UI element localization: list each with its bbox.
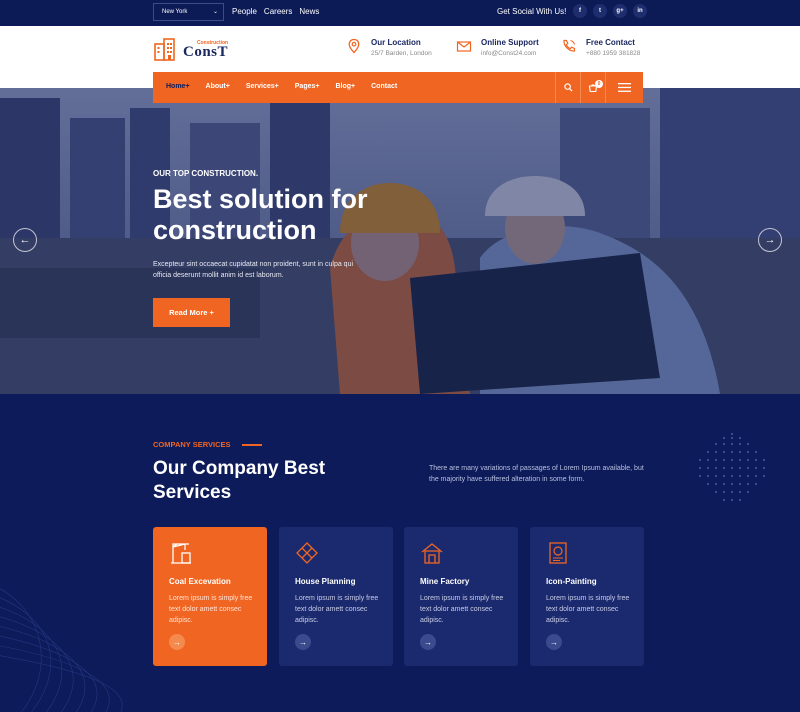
service-card-desc: Lorem ipsum is simply free text dolor am… (546, 595, 630, 624)
top-link-news[interactable]: News (299, 7, 319, 16)
top-link-people[interactable]: People (232, 7, 257, 16)
contact-title: Free Contact (586, 38, 635, 47)
services-description: There are many variations of passages of… (429, 465, 644, 483)
nav-cart-button[interactable]: 0 (580, 72, 605, 103)
arrow-right-icon[interactable]: → (546, 634, 562, 650)
hero-slider: OUR TOP CONSTRUCTION. Best solution for … (0, 88, 800, 394)
location-pin-icon (348, 38, 360, 54)
info-contact: Free Contact +880 1959 381828 (561, 38, 640, 57)
top-link-careers[interactable]: Careers (264, 7, 292, 16)
nav-search-button[interactable] (555, 72, 580, 103)
nav-item-contact[interactable]: Contact (371, 83, 397, 90)
arrow-right-icon[interactable]: → (420, 634, 436, 650)
facebook-icon[interactable]: f (573, 4, 587, 18)
nav-item-blog[interactable]: Blog+ (335, 83, 355, 90)
blueprint-icon (549, 542, 567, 564)
read-more-button[interactable]: Read More + (153, 298, 230, 327)
hero-description: Excepteur sint occaecat cupidatat non pr… (153, 261, 354, 279)
social-label: Get Social With Us! (497, 7, 567, 16)
arrow-right-icon[interactable]: → (295, 634, 311, 650)
service-card-title: Coal Excevation (169, 577, 231, 586)
nav-items: Home+ About+ Services+ Pages+ Blog+ Cont… (166, 83, 413, 90)
cart-count-badge: 0 (595, 80, 603, 88)
eyebrow-divider (242, 444, 262, 446)
twitter-icon[interactable]: t (593, 4, 607, 18)
slider-next-arrow-icon[interactable]: → (758, 228, 782, 252)
crane-icon (171, 543, 191, 564)
social-icons: f t g+ in (573, 4, 647, 18)
nav-item-services[interactable]: Services+ (246, 83, 279, 90)
services-title: Our Company Best Services (153, 458, 326, 503)
decorative-dots (699, 433, 765, 501)
linkedin-icon[interactable]: in (633, 4, 647, 18)
google-plus-icon[interactable]: g+ (613, 4, 627, 18)
city-select-value: New York (162, 9, 188, 15)
building-logo-icon (154, 38, 175, 61)
slider-prev-arrow-icon[interactable]: ← (13, 228, 37, 252)
house-icon (421, 543, 443, 564)
logo[interactable]: Construction ConsT (153, 36, 243, 62)
service-card[interactable]: Mine Factory Lorem ipsum is simply free … (404, 527, 518, 666)
chevron-down-icon: ⌄ (212, 9, 218, 15)
nav-item-pages[interactable]: Pages+ (295, 83, 320, 90)
services-section: COMPANY SERVICES Our Company Best Servic… (0, 394, 800, 712)
service-card[interactable]: House Planning Lorem ipsum is simply fre… (279, 527, 393, 666)
search-icon (563, 83, 573, 92)
hero-title: Best solution for construction (153, 184, 368, 245)
service-card-desc: Lorem ipsum is simply free text dolor am… (420, 595, 504, 624)
phone-icon (563, 39, 576, 52)
hero-eyebrow: OUR TOP CONSTRUCTION. (153, 169, 259, 178)
location-title: Our Location (371, 38, 421, 47)
main-nav: Home+ About+ Services+ Pages+ Blog+ Cont… (153, 72, 643, 103)
service-card-title: Mine Factory (420, 577, 470, 586)
arrow-right-icon[interactable]: → (169, 634, 185, 650)
nav-item-about[interactable]: About+ (206, 83, 230, 90)
city-select[interactable]: New York ⌄ (153, 3, 224, 21)
logo-title: ConsT (183, 44, 229, 60)
hamburger-menu-button[interactable] (605, 72, 643, 103)
info-location: Our Location 25/7 Barden, London (346, 38, 432, 57)
support-email[interactable]: info@Const24.com (481, 50, 539, 57)
support-title: Online Support (481, 38, 539, 47)
info-support: Online Support info@Const24.com (456, 38, 539, 57)
top-bar: New York ⌄ People Careers News Get Socia… (0, 0, 800, 26)
hamburger-icon (618, 83, 631, 92)
service-card-title: House Planning (295, 577, 356, 586)
location-address: 25/7 Barden, London (371, 50, 432, 57)
service-card[interactable]: Icon-Painting Lorem ipsum is simply free… (530, 527, 644, 666)
nav-item-home[interactable]: Home+ (166, 83, 190, 90)
contact-phone[interactable]: +880 1959 381828 (586, 50, 640, 57)
service-card[interactable]: Coal Excevation Lorem ipsum is simply fr… (153, 527, 267, 666)
service-card-desc: Lorem ipsum is simply free text dolor am… (169, 595, 253, 624)
service-card-desc: Lorem ipsum is simply free text dolor am… (295, 595, 379, 624)
service-card-title: Icon-Painting (546, 577, 597, 586)
services-eyebrow: COMPANY SERVICES (153, 440, 231, 449)
top-links: People Careers News (232, 7, 319, 16)
tools-icon (296, 542, 318, 564)
mail-icon (456, 41, 472, 52)
